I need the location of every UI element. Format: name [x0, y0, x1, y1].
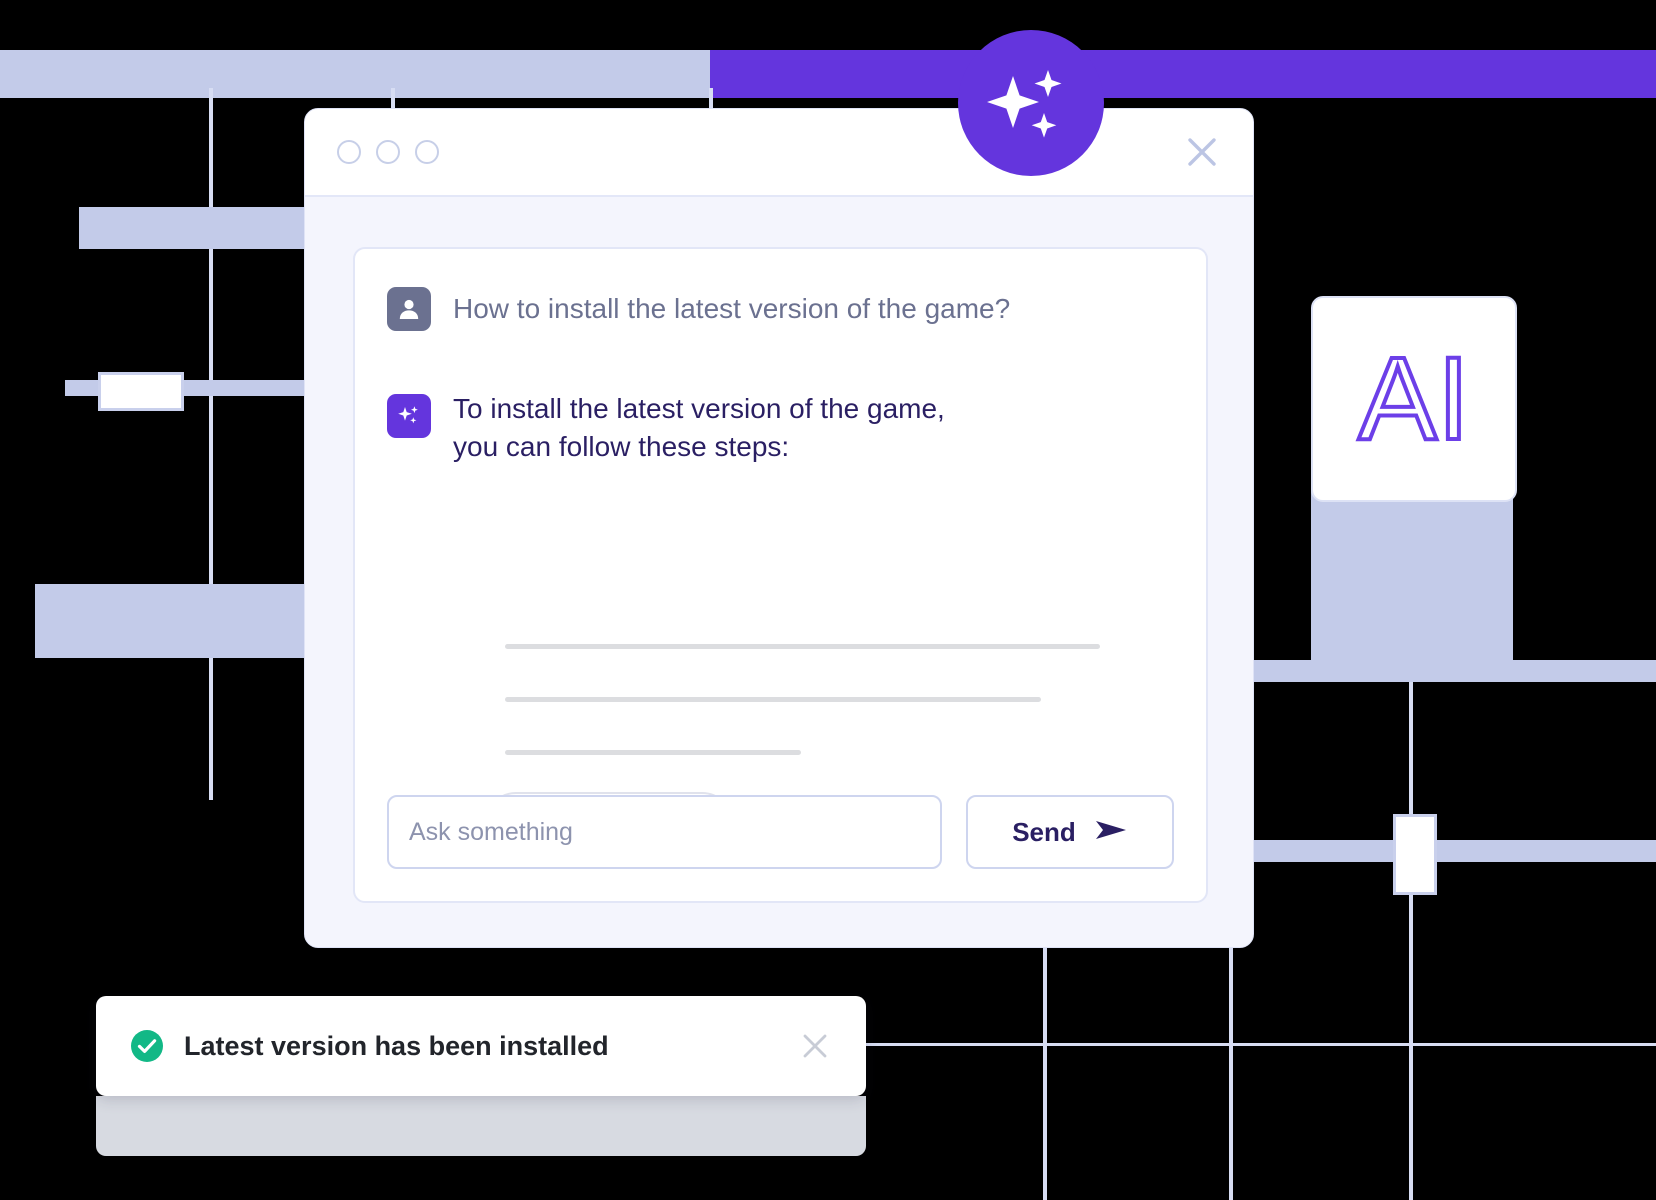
- ai-letterform-icon: AI: [1356, 339, 1472, 459]
- message-assistant: To install the latest version of the gam…: [387, 393, 945, 466]
- ai-sparkle-badge: [958, 30, 1104, 176]
- skeleton-line-2: [505, 697, 1041, 702]
- chat-titlebar: [305, 109, 1253, 197]
- composer: Send: [387, 795, 1174, 869]
- send-button[interactable]: Send: [966, 795, 1174, 869]
- toast-message: Latest version has been installed: [184, 1030, 609, 1061]
- skeleton-line-3: [505, 750, 801, 755]
- bg-vline-right-3: [1229, 948, 1233, 1200]
- message-user: How to install the latest version of the…: [387, 287, 1010, 331]
- ask-input[interactable]: [387, 795, 942, 869]
- window-dot-restore[interactable]: [415, 140, 439, 164]
- message-user-text: How to install the latest version of the…: [453, 293, 1011, 324]
- close-icon[interactable]: [1185, 135, 1219, 169]
- window-dot-minimize[interactable]: [337, 140, 361, 164]
- message-assistant-text: To install the latest version of the gam…: [453, 393, 945, 462]
- bg-chip-right: [1393, 814, 1437, 895]
- sparkles-icon: [387, 394, 431, 438]
- svg-text:AI: AI: [1358, 339, 1470, 459]
- paper-plane-icon: [1094, 818, 1128, 847]
- bg-bar-right-lower: [1252, 840, 1656, 862]
- ai-badge-card: AI: [1311, 296, 1517, 502]
- sparkles-icon: [987, 70, 1062, 138]
- bg-vline-right-2: [1043, 948, 1047, 1200]
- conversation-card: How to install the latest version of the…: [353, 247, 1208, 903]
- window-traffic-lights: [337, 140, 439, 164]
- window-dot-maximize[interactable]: [376, 140, 400, 164]
- bg-chip-left: [98, 372, 184, 411]
- bg-bar-top-left: [0, 50, 710, 98]
- user-avatar-icon: [387, 287, 431, 331]
- bg-hline-bottom: [866, 1043, 1656, 1046]
- chat-window: How to install the latest version of the…: [304, 108, 1254, 948]
- toast-close-icon[interactable]: [800, 1031, 830, 1061]
- bg-bar-right: [1252, 660, 1656, 682]
- toast-stack-behind: [96, 1096, 866, 1156]
- bg-bar-top-right-accent: [710, 50, 1656, 98]
- bg-panel-left: [35, 584, 311, 658]
- check-circle-icon: [130, 1029, 164, 1063]
- toast-notification: Latest version has been installed: [96, 996, 866, 1096]
- bg-bar-mid-left: [79, 207, 309, 249]
- bg-vline-a: [209, 88, 213, 800]
- bg-vline-right-1: [1409, 682, 1413, 1200]
- skeleton-line-1: [505, 644, 1100, 649]
- send-button-label: Send: [1012, 816, 1076, 847]
- screenshot-canvas: AI How to install the latest version of …: [0, 0, 1656, 1200]
